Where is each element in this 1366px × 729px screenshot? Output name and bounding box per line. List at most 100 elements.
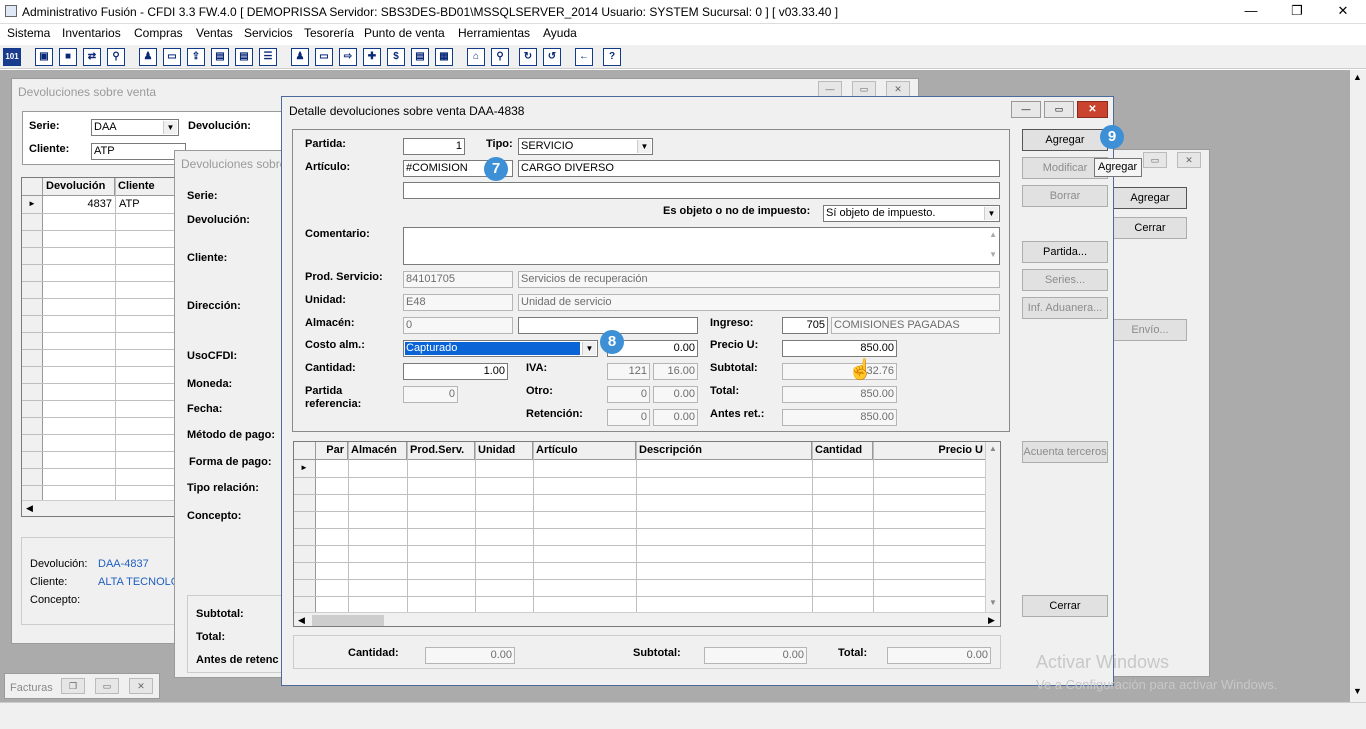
scroll-left-icon[interactable]: ◀ bbox=[26, 503, 33, 514]
menu-herramientas[interactable]: Herramientas bbox=[458, 26, 530, 40]
menu-punto-de-venta[interactable]: Punto de venta bbox=[364, 26, 445, 40]
toolbar-upload-icon[interactable]: ⇪ bbox=[187, 48, 205, 66]
maximize-icon[interactable]: ▭ bbox=[852, 81, 876, 97]
maximize-icon[interactable]: ▭ bbox=[1044, 101, 1074, 118]
aduanera-button[interactable]: Inf. Aduanera... bbox=[1022, 297, 1108, 319]
close-icon[interactable]: ✕ bbox=[1177, 152, 1201, 168]
series-button[interactable]: Series... bbox=[1022, 269, 1108, 291]
toolbar-user-icon[interactable]: ♟ bbox=[139, 48, 157, 66]
costo-alm-select[interactable]: Capturado ▼ bbox=[403, 340, 598, 357]
facturas-minimized-window[interactable]: Facturas ❐ ▭ ✕ bbox=[4, 673, 160, 699]
grid-horizontal-scrollbar[interactable]: ◀ ▶ bbox=[294, 612, 1000, 626]
menu-compras[interactable]: Compras bbox=[134, 26, 183, 40]
partida-input[interactable]: 1 bbox=[403, 138, 465, 155]
toolbar-report-icon[interactable]: ▤ bbox=[411, 48, 429, 66]
toolbar-add-icon[interactable]: ✚ bbox=[363, 48, 381, 66]
toolbar-refresh-icon[interactable]: ↻ bbox=[519, 48, 537, 66]
articulo-extra-input[interactable] bbox=[403, 182, 1000, 199]
maximize-icon[interactable]: ▭ bbox=[95, 678, 119, 694]
cantidad-input[interactable]: 1.00 bbox=[403, 363, 508, 380]
scroll-down-icon[interactable]: ▼ bbox=[1353, 686, 1362, 696]
grid-header-devolucion[interactable]: Devolución bbox=[43, 178, 115, 196]
retencion-code[interactable]: 0 bbox=[607, 409, 650, 426]
toolbar-search-icon[interactable]: ⚲ bbox=[107, 48, 125, 66]
toolbar-back-icon[interactable]: ← bbox=[575, 48, 593, 66]
articulo-desc-input[interactable]: CARGO DIVERSO bbox=[518, 160, 1000, 177]
minimize-icon[interactable]: — bbox=[818, 81, 842, 97]
grid-header-par[interactable]: Par bbox=[316, 442, 348, 460]
scroll-up-icon[interactable]: ▲ bbox=[1353, 72, 1362, 82]
menu-servicios[interactable]: Servicios bbox=[244, 26, 293, 40]
scroll-down-icon[interactable]: ▼ bbox=[989, 598, 997, 607]
grid-header-articulo[interactable]: Artículo bbox=[533, 442, 636, 460]
grid-vertical-scrollbar[interactable]: ▲ ▼ bbox=[985, 442, 1000, 612]
ingreso-code[interactable]: 705 bbox=[782, 317, 828, 334]
grid-header-descripcion[interactable]: Descripción bbox=[636, 442, 812, 460]
cliente-input[interactable]: ATP bbox=[91, 143, 186, 160]
tipo-select[interactable]: SERVICIO ▼ bbox=[518, 138, 653, 155]
almacen-code[interactable]: 0 bbox=[403, 317, 513, 334]
scroll-down-icon[interactable]: ▼ bbox=[989, 250, 997, 259]
toolbar-folder-icon[interactable]: ▭ bbox=[163, 48, 181, 66]
scroll-left-icon[interactable]: ◀ bbox=[298, 615, 305, 626]
scroll-up-icon[interactable]: ▲ bbox=[989, 230, 997, 239]
menu-tesoreria[interactable]: Tesorería bbox=[304, 26, 354, 40]
chevron-down-icon[interactable]: ▼ bbox=[984, 207, 998, 220]
chevron-down-icon[interactable]: ▼ bbox=[637, 140, 651, 153]
toolbar-money-icon[interactable]: $ bbox=[387, 48, 405, 66]
grid-horizontal-scrollbar[interactable]: ◀ bbox=[22, 500, 175, 516]
scroll-up-icon[interactable]: ▲ bbox=[989, 444, 997, 453]
cerrar-button[interactable]: Cerrar bbox=[1022, 595, 1108, 617]
retencion-amount[interactable]: 0.00 bbox=[653, 409, 698, 426]
minimize-icon[interactable]: — bbox=[1011, 101, 1041, 118]
cerrar-button-back[interactable]: Cerrar bbox=[1113, 217, 1187, 239]
grid-header-prod-serv[interactable]: Prod.Serv. bbox=[407, 442, 475, 460]
restore-icon[interactable]: ❐ bbox=[61, 678, 85, 694]
devoluciones-grid[interactable]: Devolución Cliente ► 4837 ATP ◀ bbox=[21, 177, 176, 517]
toolbar-document-icon[interactable]: ▤ bbox=[235, 48, 253, 66]
menu-sistema[interactable]: Sistema bbox=[7, 26, 50, 40]
grid-header-almacen[interactable]: Almacén bbox=[348, 442, 407, 460]
close-icon[interactable]: ✕ bbox=[129, 678, 153, 694]
restore-icon[interactable]: ❐ bbox=[1274, 0, 1320, 24]
grid-header-precio-u[interactable]: Precio U bbox=[873, 442, 987, 460]
scroll-right-icon[interactable]: ▶ bbox=[988, 615, 995, 626]
comentario-textarea[interactable]: ▲ ▼ bbox=[403, 227, 1000, 265]
toolbar-export-icon[interactable]: ⇨ bbox=[339, 48, 357, 66]
table-row[interactable]: 4837 ATP bbox=[43, 196, 175, 213]
acuenta-terceros-button[interactable]: Acuenta terceros bbox=[1022, 441, 1108, 463]
toolbar-house-icon[interactable]: ⌂ bbox=[467, 48, 485, 66]
minimize-icon[interactable]: — bbox=[1228, 0, 1274, 24]
menu-ayuda[interactable]: Ayuda bbox=[543, 26, 577, 40]
serie-select[interactable]: DAA ▼ bbox=[91, 119, 179, 136]
grid-header-cliente[interactable]: Cliente bbox=[115, 178, 175, 196]
borrar-button[interactable]: Borrar bbox=[1022, 185, 1108, 207]
partida-button[interactable]: Partida... bbox=[1022, 241, 1108, 263]
chevron-down-icon[interactable]: ▼ bbox=[582, 342, 596, 355]
partidas-grid[interactable]: Par Almacén Prod.Serv. Unidad Artículo D… bbox=[293, 441, 1001, 627]
agregar-button[interactable]: Agregar bbox=[1022, 129, 1108, 151]
grid-header-cantidad[interactable]: Cantidad bbox=[812, 442, 873, 460]
toolbar-save-icon[interactable]: ■ bbox=[59, 48, 77, 66]
toolbar-users-icon[interactable]: ♟ bbox=[291, 48, 309, 66]
restore-icon[interactable]: ▭ bbox=[1143, 152, 1167, 168]
toolbar-list-icon[interactable]: ☰ bbox=[259, 48, 277, 66]
close-icon[interactable]: ✕ bbox=[1320, 0, 1366, 24]
envio-button[interactable]: Envío... bbox=[1113, 319, 1187, 341]
close-icon[interactable]: ✕ bbox=[886, 81, 910, 97]
toolbar-copy-icon[interactable]: ▣ bbox=[35, 48, 53, 66]
scroll-thumb[interactable] bbox=[312, 615, 384, 626]
toolbar-undo-icon[interactable]: ↺ bbox=[543, 48, 561, 66]
toolbar-home-icon[interactable]: 101 bbox=[3, 48, 21, 66]
toolbar-table-icon[interactable]: ▦ bbox=[435, 48, 453, 66]
partida-ref-input[interactable]: 0 bbox=[403, 386, 458, 403]
otro-amount[interactable]: 0.00 bbox=[653, 386, 698, 403]
toolbar-help-icon[interactable]: ? bbox=[603, 48, 621, 66]
otro-code[interactable]: 0 bbox=[607, 386, 650, 403]
close-icon[interactable]: ✕ bbox=[1077, 101, 1108, 118]
toolbar-find-icon[interactable]: ⚲ bbox=[491, 48, 509, 66]
menu-inventarios[interactable]: Inventarios bbox=[62, 26, 121, 40]
toolbar-print-icon[interactable]: ▤ bbox=[211, 48, 229, 66]
objeto-impuesto-select[interactable]: Sí objeto de impuesto. ▼ bbox=[823, 205, 1000, 222]
mdi-vertical-scrollbar[interactable]: ▲ ▼ bbox=[1350, 70, 1366, 702]
